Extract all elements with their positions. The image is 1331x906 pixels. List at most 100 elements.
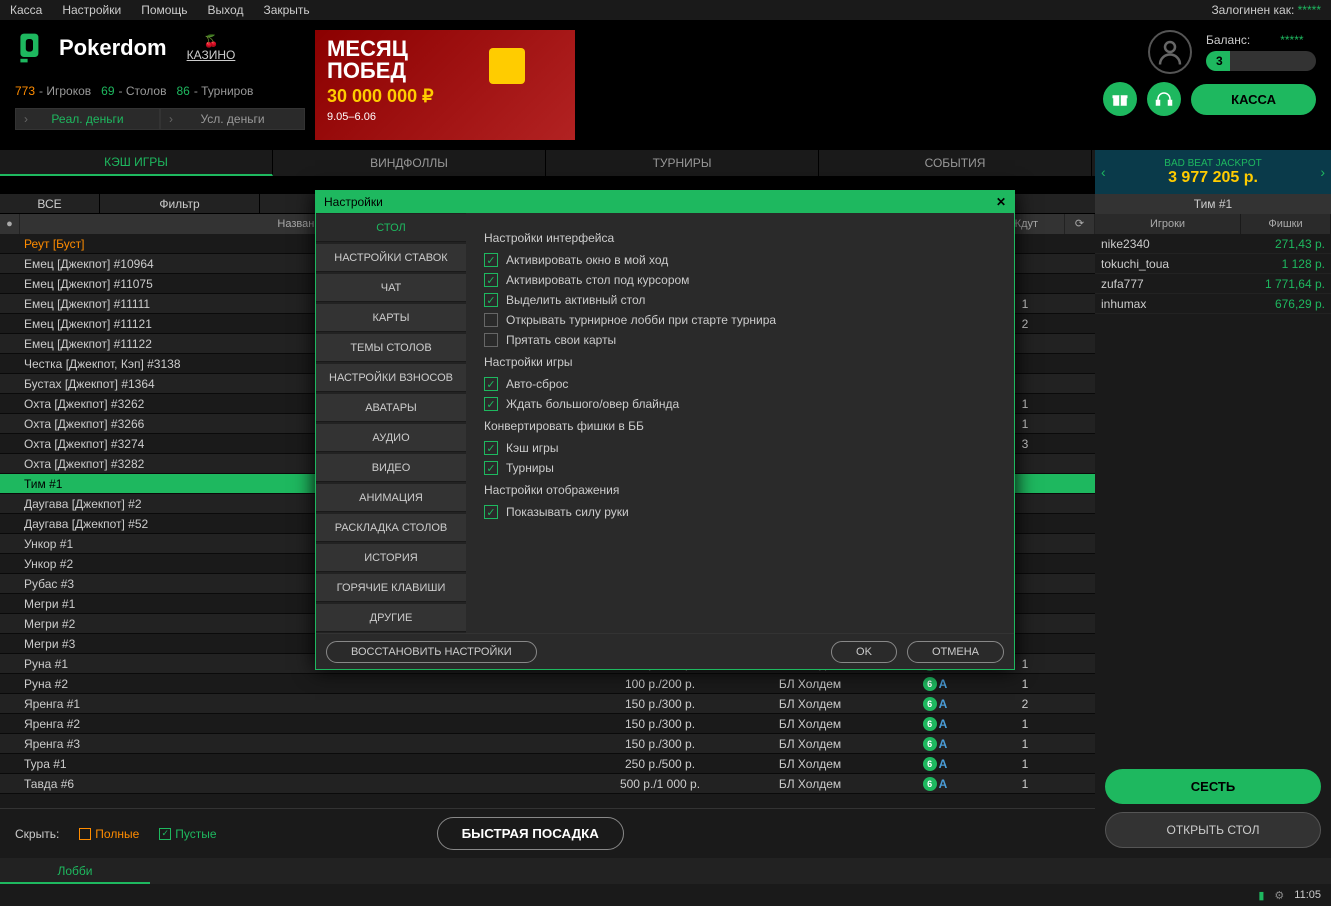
- settings-tab[interactable]: ВИДЕО: [316, 454, 466, 482]
- checkbox-label: Авто-сброс: [506, 377, 568, 391]
- settings-tab[interactable]: ЧАТ: [316, 274, 466, 302]
- settings-modal: Настройки ✕ СТОЛНАСТРОЙКИ СТАВОКЧАТКАРТЫ…: [315, 190, 1015, 670]
- settings-checkbox-row[interactable]: Прятать свои карты: [484, 333, 996, 347]
- settings-tab[interactable]: ИСТОРИЯ: [316, 544, 466, 572]
- tab-windfall[interactable]: ВИНДФОЛЛЫ: [273, 150, 546, 176]
- checkbox-icon[interactable]: [484, 377, 498, 391]
- settings-checkbox-row[interactable]: Выделить активный стол: [484, 293, 996, 307]
- jackpot-prev[interactable]: ‹: [1101, 164, 1106, 180]
- cancel-button[interactable]: ОТМЕНА: [907, 641, 1004, 663]
- promo-banner[interactable]: МЕСЯЦ ПОБЕД 30 000 000 ₽ 9.05–6.06: [315, 30, 575, 140]
- logo[interactable]: Pokerdom: [15, 30, 167, 66]
- gift-button[interactable]: [1103, 82, 1137, 116]
- settings-checkbox-row[interactable]: Ждать большого/овер блайнда: [484, 397, 996, 411]
- settings-tab[interactable]: НАСТРОЙКИ СТАВОК: [316, 244, 466, 272]
- cherry-icon: 🍒: [187, 34, 236, 48]
- lobby-row[interactable]: Яренга #2150 р./300 р.БЛ Холдем6A1: [0, 714, 1095, 734]
- selected-table-name: Тим #1: [1095, 194, 1331, 214]
- checkbox-icon[interactable]: [484, 397, 498, 411]
- checkbox-label: Показывать силу руки: [506, 505, 629, 519]
- balance-bar[interactable]: 3: [1206, 51, 1316, 71]
- settings-checkbox-row[interactable]: Активировать окно в мой ход: [484, 253, 996, 267]
- settings-checkbox-row[interactable]: Открывать турнирное лобби при старте тур…: [484, 313, 996, 327]
- settings-tab[interactable]: АНИМАЦИЯ: [316, 484, 466, 512]
- tab-cash[interactable]: КЭШ ИГРЫ: [0, 150, 273, 176]
- tab-tournaments[interactable]: ТУРНИРЫ: [546, 150, 819, 176]
- lobby-row[interactable]: Яренга #3150 р./300 р.БЛ Холдем6A1: [0, 734, 1095, 754]
- lobby-row[interactable]: Тура #1250 р./500 р.БЛ Холдем6A1: [0, 754, 1095, 774]
- settings-checkbox-row[interactable]: Показывать силу руки: [484, 505, 996, 519]
- support-button[interactable]: [1147, 82, 1181, 116]
- gift-icon: [1111, 90, 1129, 108]
- top-menu: Касса Настройки Помощь Выход Закрыть: [10, 3, 310, 17]
- hide-empty-checkbox[interactable]: Пустые: [159, 827, 216, 841]
- lobby-tab[interactable]: Лобби: [0, 858, 150, 884]
- topmenu-item[interactable]: Настройки: [62, 3, 121, 17]
- tab-play-money[interactable]: ›Усл. деньги: [160, 108, 305, 130]
- checkbox-icon[interactable]: [484, 505, 498, 519]
- settings-checkbox-row[interactable]: Кэш игры: [484, 441, 996, 455]
- tab-real-money[interactable]: ›Реал. деньги: [15, 108, 160, 130]
- jackpot-next[interactable]: ›: [1320, 164, 1325, 180]
- filter-button[interactable]: Фильтр: [100, 194, 260, 213]
- sit-button[interactable]: СЕСТЬ: [1105, 769, 1321, 804]
- col-player-name[interactable]: Игроки: [1095, 214, 1241, 234]
- settings-tab[interactable]: ДРУГИЕ: [316, 604, 466, 632]
- settings-tab[interactable]: ТЕМЫ СТОЛОВ: [316, 334, 466, 362]
- tab-events[interactable]: СОБЫТИЯ: [819, 150, 1092, 176]
- checkbox-icon[interactable]: [484, 333, 498, 347]
- settings-tab[interactable]: РАСКЛАДКА СТОЛОВ: [316, 514, 466, 542]
- status-bar: ▮ ⚙ 11:05: [0, 884, 1331, 906]
- checkbox-label: Ждать большого/овер блайнда: [506, 397, 679, 411]
- checkbox-icon[interactable]: [484, 293, 498, 307]
- cashier-button[interactable]: КАССА: [1191, 84, 1316, 115]
- checkbox-label: Кэш игры: [506, 441, 558, 455]
- settings-tab[interactable]: АУДИО: [316, 424, 466, 452]
- col-player-chips[interactable]: Фишки: [1241, 214, 1331, 234]
- checkbox-icon[interactable]: [484, 273, 498, 287]
- checkbox-icon[interactable]: [484, 313, 498, 327]
- checkbox-icon[interactable]: [484, 253, 498, 267]
- avatar[interactable]: [1148, 30, 1192, 74]
- open-table-button[interactable]: ОТКРЫТЬ СТОЛ: [1105, 812, 1321, 848]
- restore-settings-button[interactable]: ВОССТАНОВИТЬ НАСТРОЙКИ: [326, 641, 537, 663]
- topmenu-item[interactable]: Помощь: [141, 3, 187, 17]
- modal-close-button[interactable]: ✕: [996, 195, 1006, 209]
- topmenu-item[interactable]: Закрыть: [263, 3, 309, 17]
- player-row[interactable]: tokuchi_toua1 128 р.: [1095, 254, 1331, 274]
- main-tabs: КЭШ ИГРЫ ВИНДФОЛЛЫ ТУРНИРЫ СОБЫТИЯ: [0, 150, 1095, 176]
- checkbox-icon[interactable]: [484, 441, 498, 455]
- settings-tab[interactable]: СТОЛ: [316, 214, 466, 242]
- hide-label: Скрыть:: [15, 827, 59, 841]
- settings-tab[interactable]: КАРТЫ: [316, 304, 466, 332]
- hide-full-checkbox[interactable]: Полные: [79, 827, 139, 841]
- player-row[interactable]: nike2340271,43 р.: [1095, 234, 1331, 254]
- topmenu-item[interactable]: Выход: [208, 3, 244, 17]
- col-refresh[interactable]: ⟳: [1065, 214, 1095, 234]
- settings-tab[interactable]: ГОРЯЧИЕ КЛАВИШИ: [316, 574, 466, 602]
- section-title: Настройки игры: [484, 355, 996, 369]
- settings-tabs: СТОЛНАСТРОЙКИ СТАВОКЧАТКАРТЫТЕМЫ СТОЛОВН…: [316, 213, 466, 633]
- settings-tab[interactable]: НАСТРОЙКИ ВЗНОСОВ: [316, 364, 466, 392]
- col-indicator[interactable]: ●: [0, 214, 20, 234]
- quick-seat-button[interactable]: БЫСТРАЯ ПОСАДКА: [437, 817, 624, 850]
- casino-link[interactable]: 🍒 КАЗИНО: [187, 34, 236, 62]
- topmenu-item[interactable]: Касса: [10, 3, 42, 17]
- lobby-row[interactable]: Руна #2100 р./200 р.БЛ Холдем6A1: [0, 674, 1095, 694]
- clock: 11:05: [1294, 889, 1321, 901]
- lobby-row[interactable]: Тавда #6500 р./1 000 р.БЛ Холдем6A1: [0, 774, 1095, 794]
- checkbox-label: Турниры: [506, 461, 554, 475]
- money-tabs: ›Реал. деньги ›Усл. деньги: [15, 108, 305, 130]
- gear-icon[interactable]: ⚙: [1274, 889, 1284, 902]
- lobby-row[interactable]: Яренга #1150 р./300 р.БЛ Холдем6A2: [0, 694, 1095, 714]
- ok-button[interactable]: OK: [831, 641, 897, 663]
- bottom-bar: Скрыть: Полные Пустые БЫСТРАЯ ПОСАДКА: [0, 808, 1095, 858]
- settings-checkbox-row[interactable]: Турниры: [484, 461, 996, 475]
- player-row[interactable]: inhumax676,29 р.: [1095, 294, 1331, 314]
- checkbox-icon[interactable]: [484, 461, 498, 475]
- player-row[interactable]: zufa7771 771,64 р.: [1095, 274, 1331, 294]
- settings-checkbox-row[interactable]: Активировать стол под курсором: [484, 273, 996, 287]
- settings-checkbox-row[interactable]: Авто-сброс: [484, 377, 996, 391]
- settings-tab[interactable]: АВАТАРЫ: [316, 394, 466, 422]
- filter-all-tab[interactable]: ВСЕ: [0, 194, 100, 213]
